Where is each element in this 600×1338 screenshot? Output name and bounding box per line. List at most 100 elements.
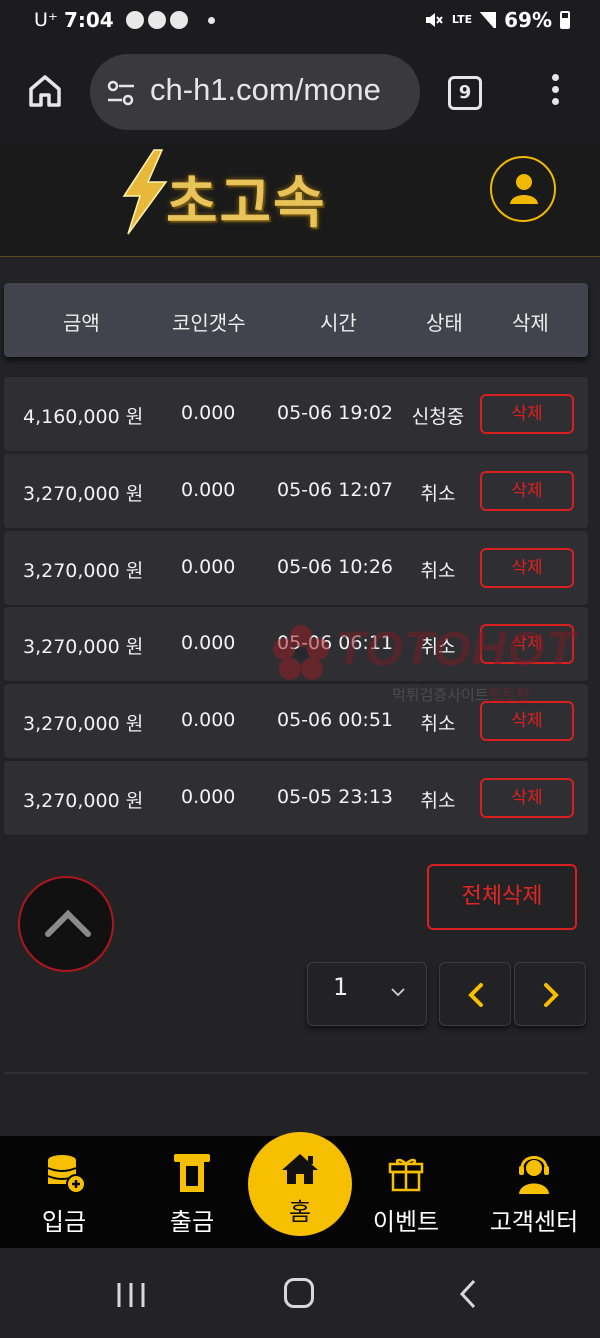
time-cell: 05-06 19:02	[277, 402, 394, 424]
tab-switcher-button[interactable]: 9	[448, 76, 482, 110]
battery-icon	[560, 11, 570, 29]
chevron-right-icon	[544, 983, 559, 1007]
header-time: 시간	[320, 311, 357, 335]
coin-cell: 0.000	[181, 479, 236, 501]
nav-home[interactable]: 홈	[248, 1132, 352, 1236]
atm-icon	[174, 1154, 210, 1192]
header-status: 상태	[426, 311, 463, 335]
nav-support[interactable]: 고객센터	[474, 1136, 594, 1248]
status-cell: 취소	[420, 713, 456, 735]
header-delete: 삭제	[512, 311, 549, 335]
nav-withdraw-label: 출금	[169, 1208, 215, 1236]
amount-cell: 3,270,000 원	[23, 713, 144, 735]
amount-cell: 3,270,000 원	[23, 483, 144, 505]
coins-icon	[47, 1155, 86, 1194]
header-coin-count: 코인갯수	[172, 311, 246, 335]
home-icon	[29, 75, 61, 107]
status-cell: 취소	[420, 636, 456, 658]
site-header: 초고속	[0, 144, 600, 257]
amount-cell: 3,270,000 원	[23, 790, 144, 812]
delete-button[interactable]: 삭제	[480, 394, 574, 434]
status-cell: 신청중	[411, 406, 465, 428]
coin-cell: 0.000	[181, 709, 236, 731]
site-settings-icon[interactable]	[106, 80, 136, 106]
next-page-button[interactable]	[514, 962, 586, 1026]
time-cell: 05-05 23:13	[277, 786, 394, 808]
time-cell: 05-06 00:51	[277, 709, 394, 731]
prev-page-button[interactable]	[439, 962, 511, 1026]
talk-notification-icon	[125, 11, 144, 29]
delete-button[interactable]: 삭제	[480, 471, 574, 511]
nav-withdraw[interactable]: 출금	[132, 1136, 252, 1248]
amount-cell: 3,270,000 원	[23, 636, 144, 658]
menu-dot-icon	[551, 86, 559, 93]
user-icon	[510, 174, 538, 204]
delete-button[interactable]: 삭제	[480, 701, 574, 741]
signal-icon	[480, 12, 497, 28]
table-row: 4,160,000 원 0.000 05-06 19:02 신청중 삭제	[4, 377, 588, 451]
delete-button[interactable]: 삭제	[480, 624, 574, 664]
mute-icon	[425, 13, 443, 27]
delete-button[interactable]: 삭제	[480, 548, 574, 588]
table-row: 3,270,000 원 0.000 05-05 23:13 취소 삭제	[4, 761, 588, 835]
headset-agent-icon	[519, 1156, 549, 1194]
address-bar[interactable]: ch-h1.com/mone	[90, 54, 420, 130]
recent-apps-icon[interactable]	[116, 1280, 146, 1310]
coin-cell: 0.000	[181, 402, 236, 424]
table-header: 금액 코인갯수 시간 상태 삭제	[4, 283, 588, 357]
status-right: LTE 69%	[424, 8, 570, 32]
chevron-left-icon	[468, 983, 483, 1007]
menu-dot-icon	[551, 74, 559, 81]
table-row: 3,270,000 원 0.000 05-06 10:26 취소 삭제	[4, 531, 588, 605]
chevron-down-icon	[391, 988, 405, 997]
notification-icons	[125, 11, 188, 29]
nav-deposit-label: 입금	[41, 1208, 87, 1236]
header-amount: 금액	[63, 311, 100, 335]
nav-support-label: 고객센터	[489, 1208, 579, 1236]
battery-percent: 69%	[504, 8, 552, 32]
status-cell: 취소	[420, 790, 456, 812]
status-time: 7:04	[63, 8, 114, 32]
browser-home-button[interactable]	[26, 72, 64, 110]
system-navigation-bar	[0, 1248, 600, 1338]
delete-all-button[interactable]: 전체삭제	[427, 864, 577, 930]
back-icon[interactable]	[458, 1278, 478, 1310]
system-home-button[interactable]	[284, 1278, 314, 1308]
time-cell: 05-06 10:26	[277, 556, 394, 578]
page-select[interactable]: 1	[307, 962, 427, 1026]
coin-cell: 0.000	[181, 632, 236, 654]
site-logo[interactable]: 초고속	[110, 148, 440, 238]
coin-cell: 0.000	[181, 786, 236, 808]
table-row: 3,270,000 원 0.000 05-06 00:51 취소 삭제	[4, 684, 588, 758]
time-cell: 05-06 06:11	[277, 632, 394, 654]
nav-home-label: 홈	[288, 1198, 312, 1226]
status-bar: U⁺ 7:04 LTE 69%	[0, 0, 600, 40]
facebook-notification-icon	[169, 11, 188, 29]
delete-button[interactable]: 삭제	[480, 778, 574, 818]
table-row: 3,270,000 원 0.000 05-06 06:11 취소 삭제	[4, 607, 588, 681]
home-icon	[282, 1154, 318, 1184]
menu-dot-icon	[551, 98, 559, 105]
browser-toolbar: ch-h1.com/mone 9	[0, 40, 600, 144]
logo-text: 초고속	[166, 171, 327, 236]
scroll-to-top-button[interactable]	[18, 876, 114, 972]
status-cell: 취소	[420, 483, 456, 505]
user-account-button[interactable]	[490, 156, 556, 222]
table-row: 3,270,000 원 0.000 05-06 12:07 취소 삭제	[4, 454, 588, 528]
nav-event[interactable]: 이벤트	[346, 1136, 466, 1248]
status-left: U⁺ 7:04	[34, 8, 215, 32]
page-select-value: 1	[333, 973, 349, 1001]
chat-notification-icon	[147, 11, 166, 29]
status-cell: 취소	[420, 560, 456, 582]
nav-event-label: 이벤트	[372, 1208, 440, 1236]
coin-cell: 0.000	[181, 556, 236, 578]
nav-deposit[interactable]: 입금	[4, 1136, 124, 1248]
content-divider	[4, 1072, 588, 1074]
url-text: ch-h1.com/mone	[150, 72, 381, 107]
network-type: LTE	[451, 13, 473, 26]
chevron-up-icon	[45, 909, 91, 937]
gift-icon	[388, 1158, 424, 1192]
browser-menu-button[interactable]	[548, 74, 562, 110]
amount-cell: 4,160,000 원	[23, 406, 144, 428]
time-cell: 05-06 12:07	[277, 479, 394, 501]
